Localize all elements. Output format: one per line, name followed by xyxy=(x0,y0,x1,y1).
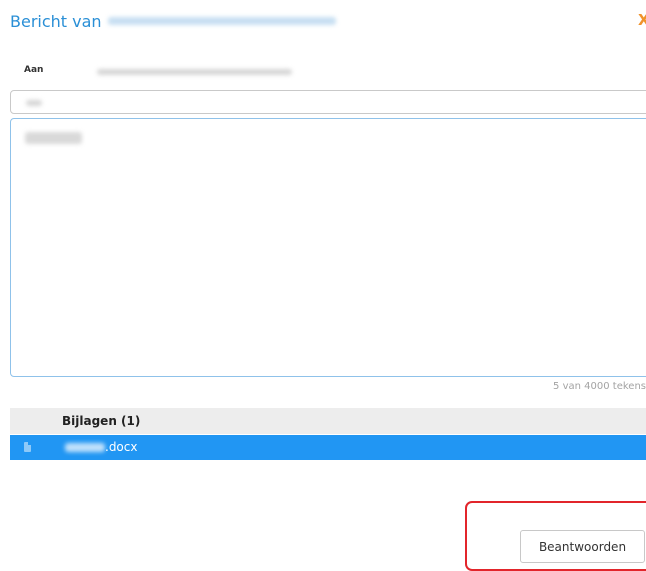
attachment-name-redacted xyxy=(65,443,105,452)
attachment-row[interactable]: .docx xyxy=(10,435,646,460)
character-counter: 5 van 4000 tekens xyxy=(553,381,646,392)
subject-field[interactable] xyxy=(10,90,646,114)
attachment-extension: .docx xyxy=(105,440,138,454)
reply-button[interactable]: Beantwoorden xyxy=(520,530,645,563)
recipient-value-redacted xyxy=(97,69,292,75)
dialog-title: Bericht van xyxy=(10,9,336,33)
message-body-redacted xyxy=(25,132,82,144)
subject-value-redacted xyxy=(26,100,42,106)
attachments-header: Bijlagen (1) xyxy=(10,408,646,434)
message-body-textarea[interactable] xyxy=(10,118,646,377)
sender-email-redacted xyxy=(107,17,336,25)
recipient-label: Aan xyxy=(24,65,44,75)
dialog-title-label: Bericht van xyxy=(10,11,102,31)
document-icon xyxy=(24,442,31,452)
close-icon[interactable]: X xyxy=(638,8,646,32)
